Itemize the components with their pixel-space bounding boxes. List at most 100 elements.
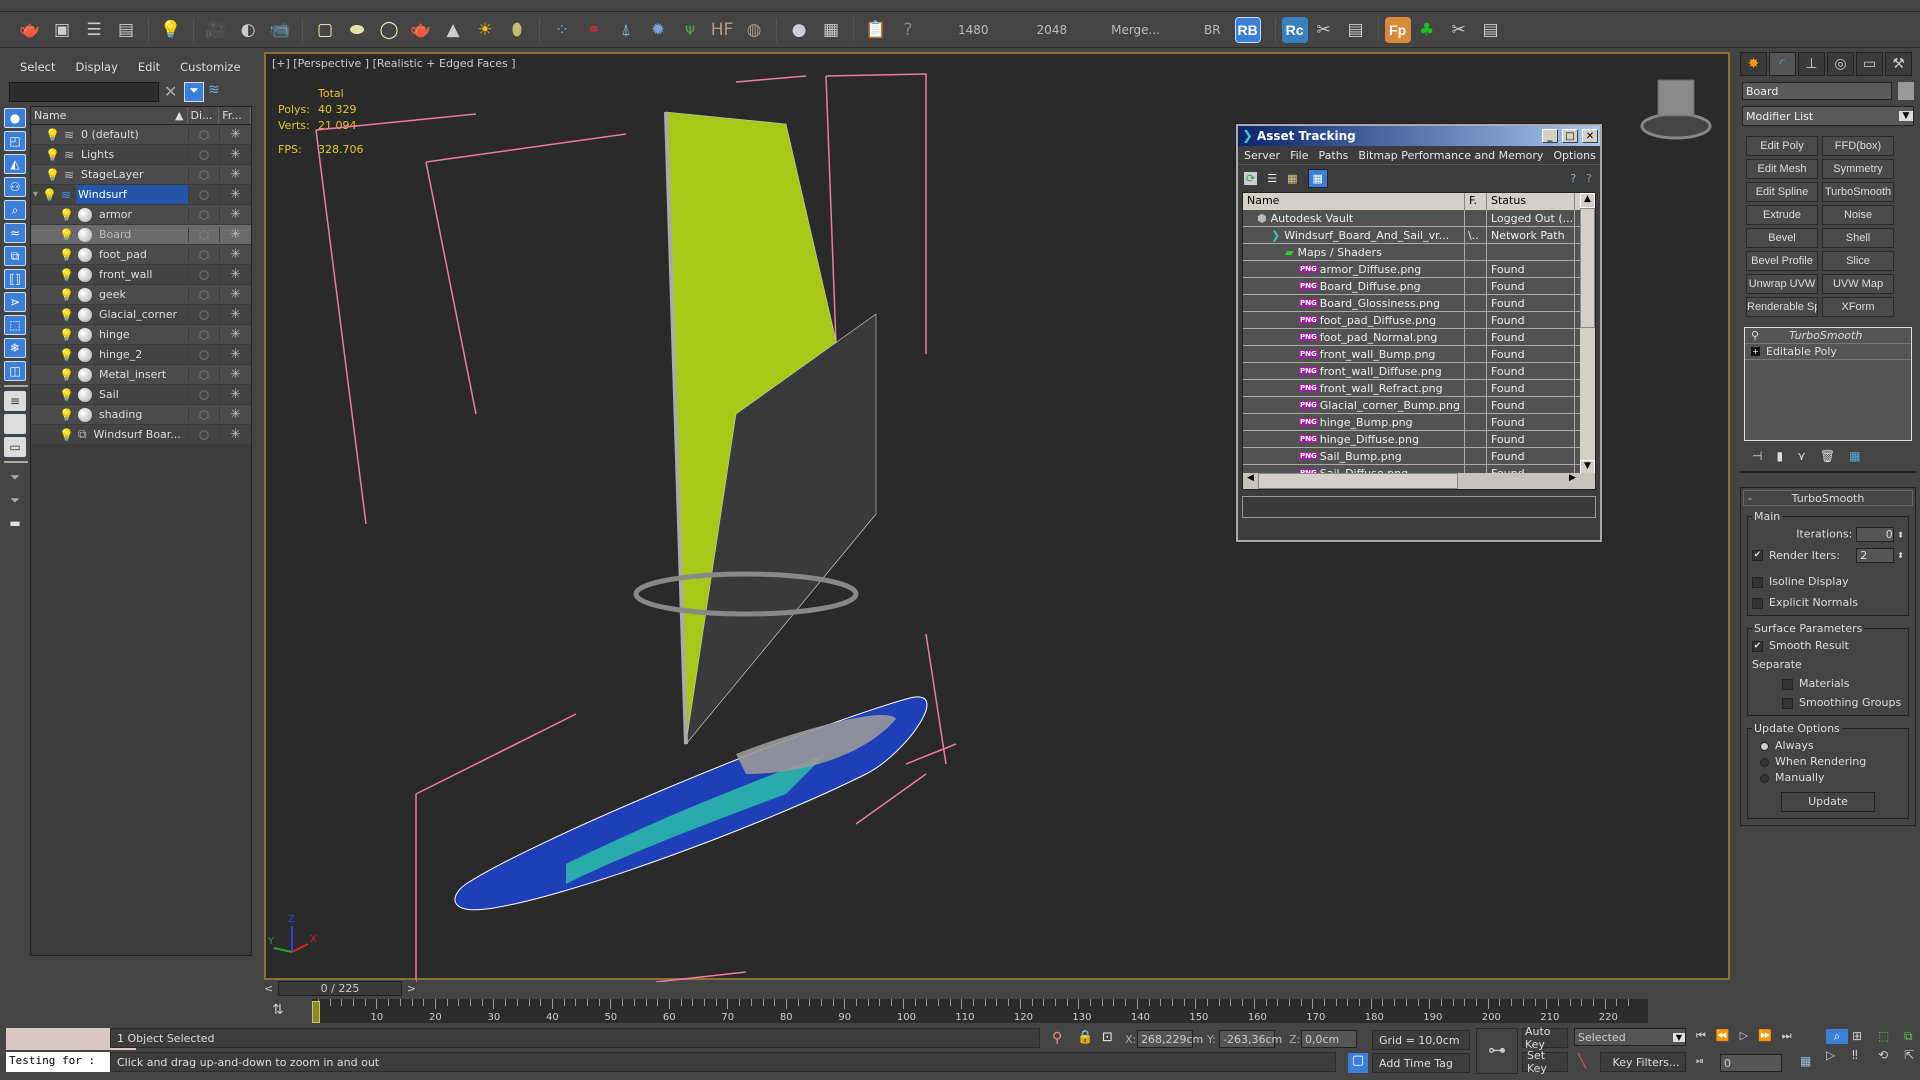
scene-row[interactable]: 💡 Glacial_corner ⬡ ✳ bbox=[31, 305, 251, 325]
menu-edit[interactable]: Edit bbox=[138, 60, 160, 74]
modifier-button[interactable]: Shell bbox=[1822, 228, 1894, 248]
br-button[interactable]: BR bbox=[1190, 23, 1235, 37]
refresh-icon[interactable]: ⟳ bbox=[1244, 172, 1258, 185]
material-editor-icon[interactable]: ▦ bbox=[817, 16, 845, 44]
timeline-playhead[interactable] bbox=[312, 1001, 320, 1023]
table-view-icon[interactable]: ▦ bbox=[1307, 169, 1328, 188]
column-display[interactable]: Di... bbox=[188, 107, 220, 124]
menu-display[interactable]: Display bbox=[75, 60, 117, 74]
freeze-icon[interactable]: ✳ bbox=[219, 287, 251, 302]
freeze-icon[interactable]: ✳ bbox=[219, 227, 251, 242]
xrefs-filter-icon[interactable]: ⟦⟧ bbox=[4, 269, 26, 289]
panel-icon[interactable]: ▭ bbox=[4, 437, 26, 457]
tower-icon[interactable]: ⍋ bbox=[612, 16, 640, 44]
asset-row[interactable]: PNG Glacial_corner_Bump.png Found bbox=[1243, 397, 1595, 414]
auto-key-button[interactable]: Auto Key bbox=[1522, 1025, 1568, 1051]
render-iters-spinner[interactable]: 2 bbox=[1856, 548, 1895, 563]
scene-row[interactable]: 💡 Metal_insert ⬡ ✳ bbox=[31, 365, 251, 385]
bones-filter-icon[interactable]: ⋗ bbox=[4, 292, 26, 312]
modifier-button[interactable]: Symmetry bbox=[1822, 159, 1894, 179]
shapes-filter-icon[interactable]: ◰ bbox=[4, 131, 26, 151]
previous-key-icon[interactable]: ⏪ bbox=[1716, 1029, 1730, 1043]
visibility-lightbulb-icon[interactable]: 💡 bbox=[59, 408, 74, 422]
merge-button[interactable]: Merge... bbox=[1097, 23, 1174, 37]
modifier-button[interactable]: Unwrap UVW bbox=[1746, 274, 1818, 294]
rollout-header[interactable]: - TurboSmooth bbox=[1743, 490, 1913, 506]
show-end-result-icon[interactable]: ▮ bbox=[1776, 449, 1783, 463]
freeze-icon[interactable]: ✳ bbox=[219, 367, 251, 382]
scene-row[interactable]: 💡 ≋ StageLayer ⬡ ✳ bbox=[31, 165, 251, 185]
maximize-viewport-icon[interactable]: ⇱ bbox=[1904, 1048, 1920, 1062]
camera-sequencer-icon[interactable]: ◐ bbox=[234, 16, 262, 44]
update-button[interactable]: Update bbox=[1781, 792, 1875, 812]
import-icon[interactable]: 📋 bbox=[862, 16, 890, 44]
display-box-icon[interactable]: ⬡ bbox=[187, 387, 220, 402]
asset-row[interactable]: PNG front_wall_Diffuse.png Found bbox=[1243, 363, 1595, 380]
collapse-icon[interactable]: ▬ bbox=[4, 513, 26, 533]
scroll-up-icon[interactable]: ▲ bbox=[1580, 193, 1595, 208]
containers-filter-icon[interactable]: ⬚ bbox=[4, 315, 26, 335]
make-unique-icon[interactable]: ⋎ bbox=[1797, 449, 1806, 463]
material-sphere-icon[interactable]: ● bbox=[785, 16, 813, 44]
zoom-extents-icon[interactable]: ⬚ bbox=[1878, 1029, 1900, 1044]
minimize-button[interactable]: _ bbox=[1542, 129, 1558, 143]
modifier-button[interactable]: Edit Poly bbox=[1746, 136, 1818, 156]
toolbar-text-2048[interactable]: 2048 bbox=[1023, 23, 1082, 37]
scene-row[interactable]: 💡 ⧉ Windsurf Boar... ⬡ ✳ bbox=[31, 425, 251, 445]
visibility-lightbulb-icon[interactable]: 💡 bbox=[59, 308, 74, 322]
smooth-result-checkbox[interactable]: ✔ bbox=[1752, 640, 1763, 652]
column-full-path[interactable]: F. bbox=[1465, 193, 1487, 210]
helpers-filter-icon[interactable]: ⌕ bbox=[4, 200, 26, 220]
modifier-button[interactable]: Extrude bbox=[1746, 205, 1818, 225]
smoothing-groups-checkbox[interactable] bbox=[1782, 697, 1793, 709]
dome-icon[interactable]: ⬬ bbox=[343, 16, 371, 44]
frame-counter[interactable]: 0 / 225 bbox=[278, 980, 402, 996]
set-key-button[interactable]: Set Key bbox=[1522, 1049, 1568, 1075]
scene-row[interactable]: 💡 armor ⬡ ✳ bbox=[31, 205, 251, 225]
close-button[interactable]: ✕ bbox=[1582, 129, 1598, 143]
viewcube[interactable] bbox=[1640, 79, 1712, 140]
scene-row[interactable]: ▾ 💡 ≋ Windsurf ⬡ ✳ bbox=[31, 185, 251, 205]
display-box-icon[interactable]: ⬡ bbox=[187, 207, 220, 222]
visibility-lightbulb-icon[interactable]: 💡 bbox=[59, 428, 74, 442]
iterations-spinner[interactable]: 0 bbox=[1855, 527, 1894, 542]
grass-icon[interactable]: ᴪ bbox=[676, 16, 704, 44]
lightbulb-icon[interactable]: ⚲ bbox=[1751, 329, 1759, 342]
hscroll-thumb[interactable] bbox=[1258, 473, 1458, 489]
asset-row[interactable]: PNG front_wall_Refract.png Found bbox=[1243, 380, 1595, 397]
scatter-icon[interactable]: ⁘ bbox=[548, 16, 576, 44]
y-coord-field[interactable]: -263,36cm bbox=[1219, 1030, 1282, 1048]
cone-icon[interactable]: ▲ bbox=[439, 16, 467, 44]
freeze-icon[interactable]: ✳ bbox=[219, 147, 251, 162]
modifier-button[interactable]: UVW Map bbox=[1822, 274, 1894, 294]
menu-options[interactable]: Options bbox=[1553, 149, 1595, 162]
asset-row[interactable]: PNG hinge_Diffuse.png Found bbox=[1243, 431, 1595, 448]
stack-item-turbosmooth[interactable]: ⚲ TurboSmooth bbox=[1745, 328, 1911, 344]
plane-icon[interactable]: ▢ bbox=[311, 16, 339, 44]
egg-icon[interactable]: ⬮ bbox=[503, 16, 531, 44]
z-coord-field[interactable]: 0,0cm bbox=[1301, 1030, 1357, 1048]
scene-row[interactable]: 💡 foot_pad ⬡ ✳ bbox=[31, 245, 251, 265]
modifier-button[interactable]: Noise bbox=[1822, 205, 1894, 225]
display-box-icon[interactable]: ⬡ bbox=[187, 347, 220, 362]
list-panel-icon[interactable]: ▤ bbox=[1477, 16, 1505, 44]
when-rendering-radio[interactable] bbox=[1760, 757, 1769, 767]
key-filters-button[interactable]: Key Filters... bbox=[1600, 1052, 1686, 1072]
modify-tab-icon[interactable]: ◜ bbox=[1769, 52, 1796, 76]
display-box-icon[interactable]: ⬡ bbox=[187, 247, 220, 262]
help-online-icon[interactable]: ? bbox=[1570, 172, 1576, 185]
display-box-icon[interactable]: ⬡ bbox=[187, 327, 220, 342]
freeze-icon[interactable]: ✳ bbox=[219, 187, 251, 202]
scene-row[interactable]: 💡 hinge ⬡ ✳ bbox=[31, 325, 251, 345]
list-icon[interactable]: ≡ bbox=[4, 391, 26, 411]
x-coord-field[interactable]: 268,229cm bbox=[1137, 1030, 1203, 1048]
asset-row[interactable]: PNG hinge_Bump.png Found bbox=[1243, 414, 1595, 431]
column-name[interactable]: Name bbox=[1243, 193, 1465, 210]
hair-icon[interactable]: HF bbox=[708, 16, 736, 44]
sun-icon[interactable]: ☀ bbox=[471, 16, 499, 44]
freeze-icon[interactable]: ✳ bbox=[219, 327, 251, 342]
remove-modifier-icon[interactable]: 🗑 bbox=[1820, 449, 1835, 463]
zoom-extents-all-icon[interactable]: ⧉ bbox=[1904, 1029, 1920, 1044]
display-box-icon[interactable]: ⬡ bbox=[187, 427, 220, 442]
display-box-icon[interactable]: ⬡ bbox=[187, 147, 220, 162]
